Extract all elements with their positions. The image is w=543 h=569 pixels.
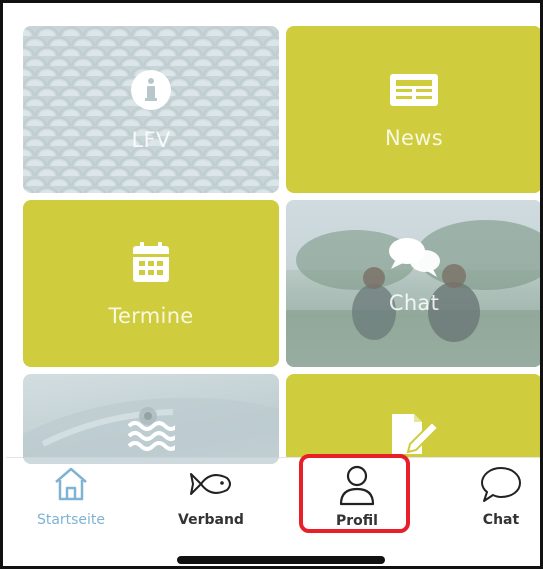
tile-formular[interactable] bbox=[286, 374, 540, 464]
tile-termine[interactable]: Termine bbox=[23, 200, 279, 367]
tab-profil[interactable]: Profil bbox=[302, 464, 412, 540]
tile-chat[interactable]: Chat bbox=[286, 200, 540, 367]
edit-document-icon bbox=[388, 410, 440, 456]
app-screen: LFV News Termine Chat Startseite Verband… bbox=[0, 0, 543, 569]
tab-label: Verband bbox=[178, 512, 244, 528]
tab-label: Chat bbox=[482, 512, 520, 528]
home-icon bbox=[51, 464, 91, 508]
tile-grid: LFV News Termine Chat bbox=[3, 3, 540, 464]
home-indicator bbox=[177, 556, 385, 564]
tile-label: Termine bbox=[108, 303, 194, 328]
tab-verband[interactable]: Verband bbox=[156, 464, 266, 540]
tab-label: Profil bbox=[336, 513, 378, 529]
tab-startseite[interactable]: Startseite bbox=[16, 464, 126, 540]
tab-chat[interactable]: Chat bbox=[446, 464, 540, 540]
tile-label: LFV bbox=[131, 127, 171, 152]
tile-gewaesser[interactable] bbox=[23, 374, 279, 464]
info-circle-icon bbox=[129, 68, 173, 112]
fish-icon bbox=[187, 464, 235, 508]
chat-bubbles-icon bbox=[387, 235, 441, 279]
tile-news[interactable]: News bbox=[286, 26, 540, 193]
tile-label: Chat bbox=[388, 290, 440, 315]
newspaper-icon bbox=[388, 70, 440, 110]
tile-label: News bbox=[385, 125, 443, 150]
lake-photo-figures bbox=[286, 200, 540, 367]
calendar-icon bbox=[131, 240, 171, 284]
tab-label: Startseite bbox=[36, 512, 106, 528]
bottom-tab-bar: Startseite Verband Profil Chat bbox=[6, 457, 540, 566]
user-icon bbox=[337, 464, 377, 512]
waves-icon bbox=[127, 418, 175, 458]
chat-bubble-icon bbox=[479, 464, 523, 508]
tile-lfv[interactable]: LFV bbox=[23, 26, 279, 193]
